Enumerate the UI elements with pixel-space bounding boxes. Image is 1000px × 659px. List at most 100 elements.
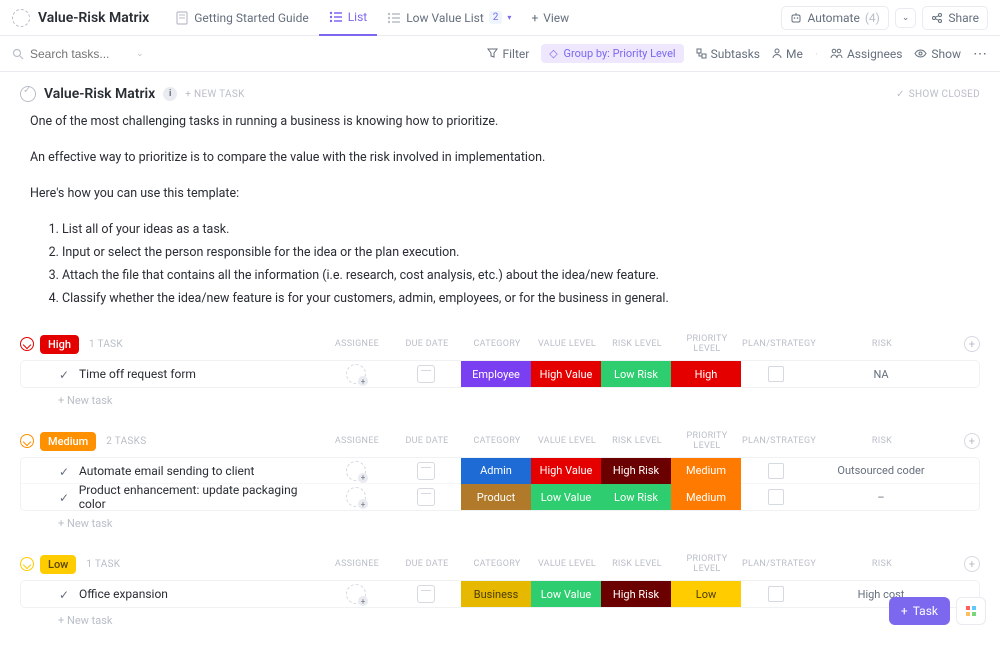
task-row[interactable]: ✓ Automate email sending to client Admin… [21,458,979,484]
priority-level-cell[interactable]: Medium [671,484,741,510]
subtasks-button[interactable]: Subtasks [696,47,760,61]
plan-strategy-cell[interactable] [741,361,811,387]
plan-strategy-cell[interactable] [741,484,811,510]
category-cell[interactable]: Employee [461,361,531,387]
checkmark-icon[interactable]: ✓ [59,368,71,380]
risk-cell[interactable]: – [811,484,951,510]
category-cell[interactable]: Admin [461,458,531,484]
category-cell[interactable]: Product [461,484,531,510]
col-value-level[interactable]: VALUE LEVEL [532,339,602,349]
task-name-cell[interactable]: ✓ Time off request form [21,367,321,381]
add-column-button[interactable]: + [964,336,980,352]
new-task-floating-button[interactable]: + Task [889,597,950,625]
automate-dropdown[interactable]: ⌄ [895,8,917,28]
col-assignee[interactable]: ASSIGNEE [322,436,392,446]
checkmark-icon[interactable]: ✓ [59,588,71,600]
task-name-cell[interactable]: ✓ Product enhancement: update packaging … [21,483,321,511]
plan-strategy-cell[interactable] [741,581,811,607]
value-level-cell[interactable]: Low Value [531,581,601,607]
due-date-cell[interactable] [391,458,461,484]
task-row[interactable]: ✓ Product enhancement: update packaging … [21,484,979,510]
risk-level-cell[interactable]: Low Risk [601,361,671,387]
col-category[interactable]: CATEGORY [462,339,532,349]
risk-level-cell[interactable]: Low Risk [601,484,671,510]
priority-pill[interactable]: Low [40,555,76,574]
search-box[interactable]: ⌄ [12,47,152,61]
col-plan-strategy[interactable]: PLAN/STRATEGY [742,436,812,446]
new-task-inline[interactable]: + New task [20,608,980,627]
task-row[interactable]: ✓ Time off request form Employee High Va… [21,361,979,387]
risk-level-cell[interactable]: High Risk [601,458,671,484]
info-icon[interactable]: i [163,87,177,101]
value-level-cell[interactable]: High Value [531,458,601,484]
risk-cell[interactable]: Outsourced coder [811,458,951,484]
col-plan-strategy[interactable]: PLAN/STRATEGY [742,339,812,349]
risk-level-cell[interactable]: High Risk [601,581,671,607]
apps-button[interactable] [956,597,986,625]
search-input[interactable] [30,47,130,61]
collapse-toggle[interactable] [20,557,34,571]
col-risk-level[interactable]: RISK LEVEL [602,436,672,446]
assignee-cell[interactable] [321,484,391,510]
priority-level-cell[interactable]: Low [671,581,741,607]
due-date-cell[interactable] [391,361,461,387]
due-date-cell[interactable] [391,581,461,607]
col-category[interactable]: CATEGORY [462,559,532,569]
value-level-cell[interactable]: High Value [531,361,601,387]
assignee-cell[interactable] [321,361,391,387]
assignee-cell[interactable] [321,581,391,607]
col-due-date[interactable]: DUE DATE [392,339,462,349]
col-assignee[interactable]: ASSIGNEE [322,559,392,569]
task-name-cell[interactable]: ✓ Automate email sending to client [21,464,321,478]
col-value-level[interactable]: VALUE LEVEL [532,559,602,569]
tab-list[interactable]: List [319,0,378,36]
value-level-cell[interactable]: Low Value [531,484,601,510]
share-button[interactable]: Share [922,6,988,30]
task-name-cell[interactable]: ✓ Office expansion [21,587,321,601]
checkmark-icon[interactable]: ✓ [59,491,71,503]
add-column-button[interactable]: + [964,433,980,449]
assignees-button[interactable]: Assignees [830,47,902,61]
collapse-toggle[interactable] [20,337,34,351]
checkmark-icon[interactable]: ✓ [59,465,71,477]
col-assignee[interactable]: ASSIGNEE [322,339,392,349]
show-closed-toggle[interactable]: ✓ SHOW CLOSED [896,89,980,100]
category-cell[interactable]: Business [461,581,531,607]
col-priority-level[interactable]: PRIORITY LEVEL [672,431,742,451]
tab-low-value-list[interactable]: Low Value List 2 ▾ [377,0,521,36]
plan-strategy-cell[interactable] [741,458,811,484]
collapse-toggle[interactable] [20,434,34,448]
new-task-inline[interactable]: + New task [20,511,980,530]
task-row[interactable]: ✓ Office expansion Business Low Value Hi… [21,581,979,607]
priority-pill[interactable]: Medium [40,432,96,451]
add-column-button[interactable]: + [964,556,980,572]
new-task-inline[interactable]: + New task [20,388,980,407]
risk-cell[interactable]: NA [811,361,951,387]
priority-pill[interactable]: High [40,335,79,354]
more-menu[interactable]: ⋯ [973,46,988,62]
new-task-button[interactable]: + NEW TASK [185,89,244,100]
automate-button[interactable]: Automate (4) [781,6,888,30]
col-due-date[interactable]: DUE DATE [392,436,462,446]
col-risk-level[interactable]: RISK LEVEL [602,339,672,349]
list-status-icon[interactable] [20,86,36,102]
col-risk[interactable]: RISK [812,559,952,569]
priority-level-cell[interactable]: Medium [671,458,741,484]
me-button[interactable]: Me [772,47,803,61]
add-view-button[interactable]: + View [521,0,579,36]
col-priority-level[interactable]: PRIORITY LEVEL [672,554,742,574]
col-value-level[interactable]: VALUE LEVEL [532,436,602,446]
col-due-date[interactable]: DUE DATE [392,559,462,569]
due-date-cell[interactable] [391,484,461,510]
col-risk[interactable]: RISK [812,436,952,446]
assignee-cell[interactable] [321,458,391,484]
col-risk[interactable]: RISK [812,339,952,349]
col-priority-level[interactable]: PRIORITY LEVEL [672,334,742,354]
groupby-pill[interactable]: ◇ Group by: Priority Level [541,44,683,63]
col-risk-level[interactable]: RISK LEVEL [602,559,672,569]
tab-getting-started[interactable]: Getting Started Guide [165,0,318,36]
show-button[interactable]: Show [914,47,961,61]
col-category[interactable]: CATEGORY [462,436,532,446]
filter-button[interactable]: Filter [487,47,529,61]
priority-level-cell[interactable]: High [671,361,741,387]
